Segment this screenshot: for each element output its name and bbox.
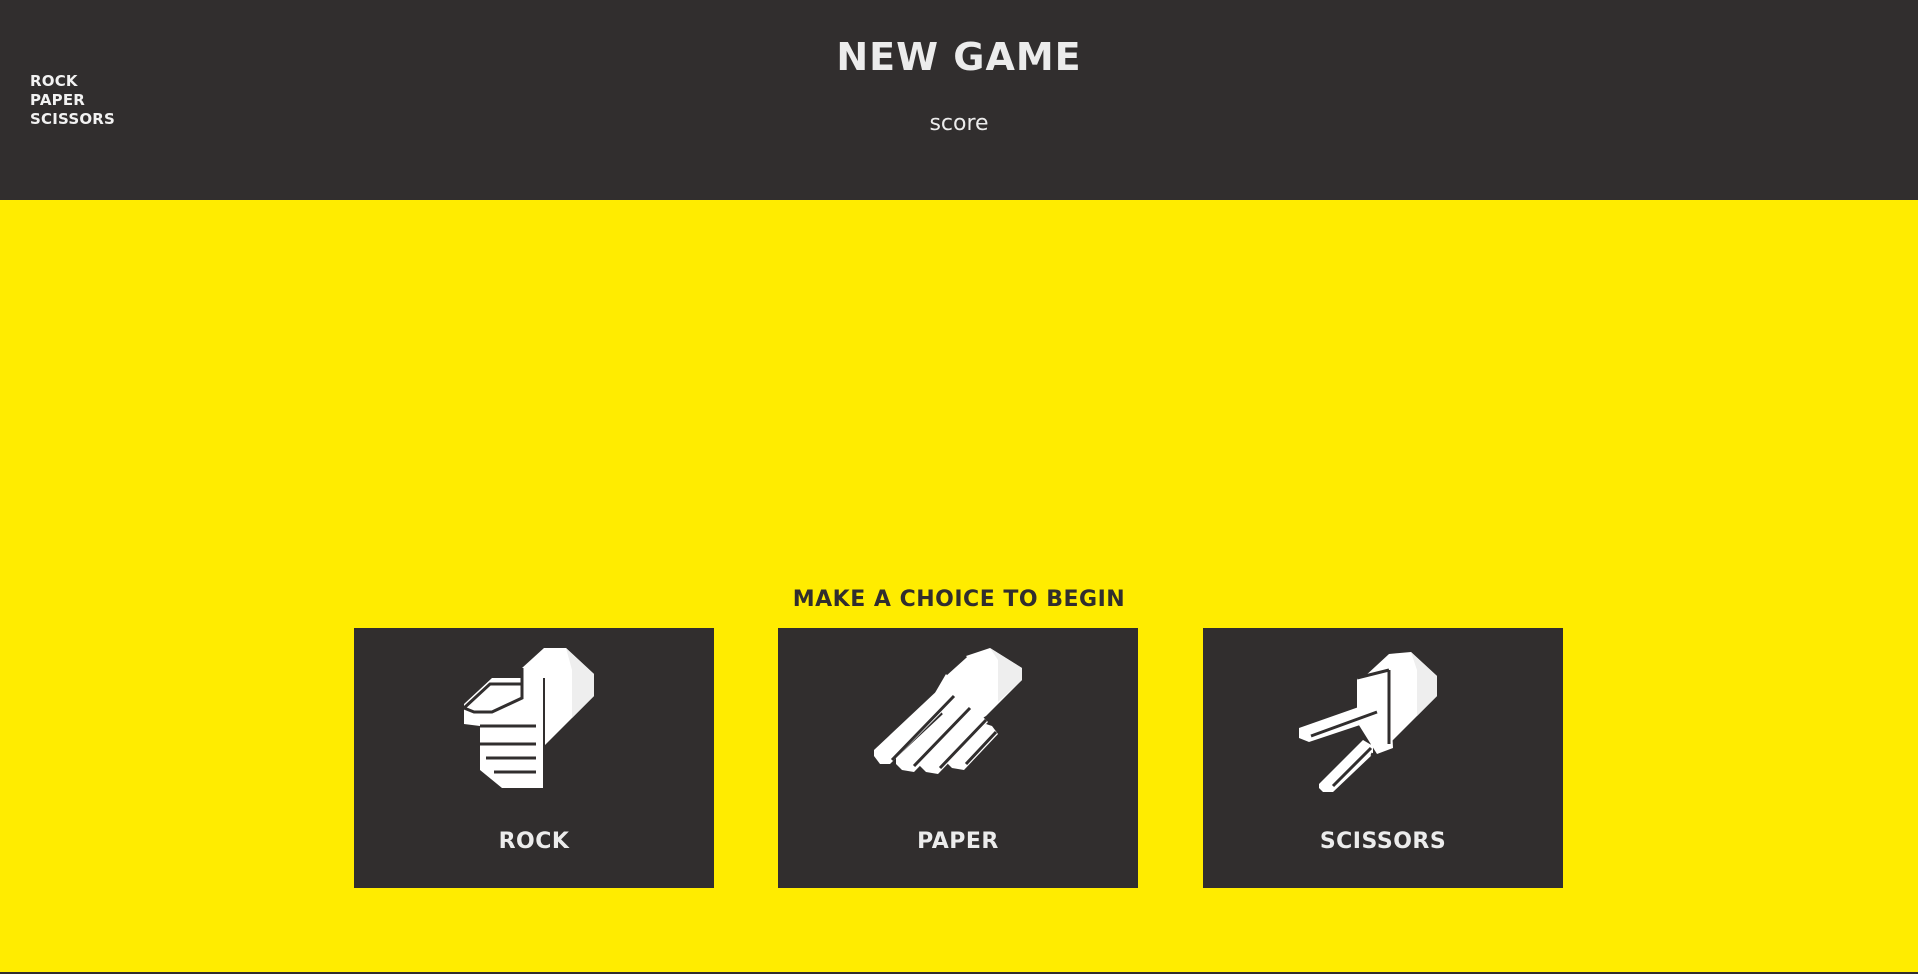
paper-label: PAPER: [917, 829, 999, 854]
logo-line-paper: PAPER: [30, 91, 86, 109]
scissors-label: SCISSORS: [1319, 829, 1447, 854]
scissors-hand-icon: [1293, 638, 1473, 798]
paper-hand-icon: [868, 638, 1048, 798]
rock-hand-icon: [444, 638, 624, 798]
paper-button[interactable]: PAPER: [778, 628, 1138, 888]
rock-button[interactable]: ROCK: [354, 628, 714, 888]
choice-prompt: MAKE A CHOICE TO BEGIN: [792, 587, 1126, 612]
score-label: score: [929, 111, 989, 136]
scissors-button[interactable]: SCISSORS: [1203, 628, 1563, 888]
new-game-button[interactable]: NEW GAME: [0, 34, 1918, 80]
choice-panel: ROCK PAPER SCISSORS: [354, 628, 1564, 888]
header-bar: ROCK PAPER SCISSORS NEW GAME score: [0, 0, 1918, 200]
rock-label: ROCK: [498, 829, 570, 854]
